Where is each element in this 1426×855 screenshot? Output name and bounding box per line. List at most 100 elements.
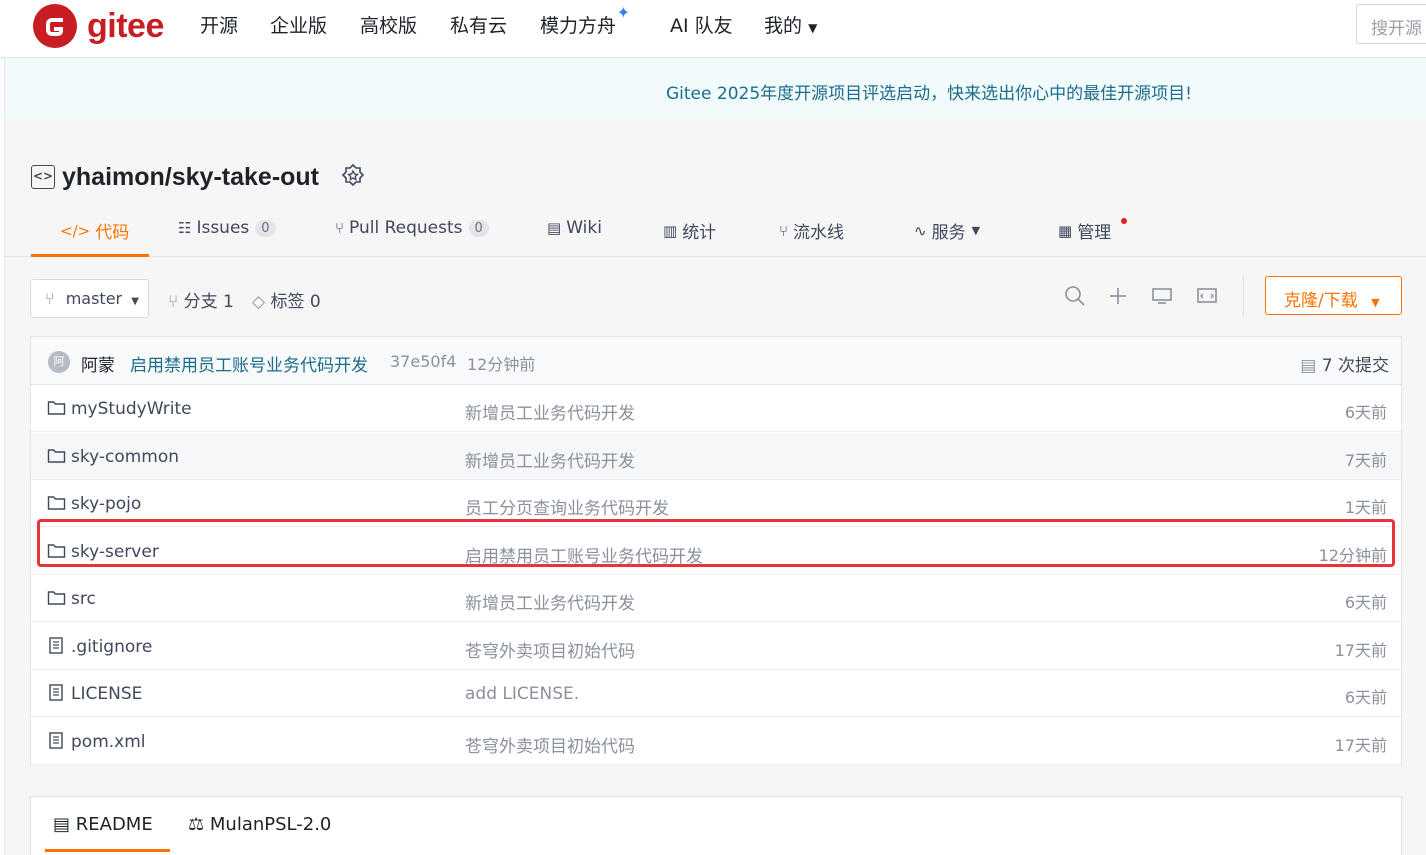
manage-icon: ▦ bbox=[1058, 221, 1073, 240]
search-input[interactable]: 搜开源 bbox=[1356, 4, 1426, 44]
tab-stats[interactable]: ▥ 统计 bbox=[663, 218, 716, 244]
sparkle-icon: ✦ bbox=[616, 3, 631, 22]
file-name[interactable]: LICENSE bbox=[71, 684, 142, 704]
nav-item-moli[interactable]: 模力方舟 ✦ bbox=[540, 3, 630, 38]
nav-item-open-source[interactable]: 开源 bbox=[200, 11, 238, 38]
tab-readme-label: README bbox=[75, 814, 153, 835]
commit-count-link[interactable]: ▤ 7 次提交 bbox=[1300, 351, 1389, 376]
banner-link[interactable]: Gitee 2025年度开源项目评选启动，快来选出你心中的最佳开源项目! bbox=[666, 79, 1192, 104]
table-row[interactable]: sky-common 新增员工业务代码开发 7天前 bbox=[31, 432, 1401, 480]
notification-dot bbox=[1121, 218, 1127, 224]
tab-pull-requests[interactable]: ⑂ Pull Requests 0 bbox=[335, 218, 489, 238]
nav-item-education[interactable]: 高校版 bbox=[360, 11, 417, 38]
tab-readme[interactable]: ▤ README bbox=[53, 814, 153, 835]
tab-manage-label: 管理 bbox=[1077, 223, 1112, 243]
pipeline-icon: ⑂ bbox=[779, 221, 789, 240]
file-name[interactable]: sky-pojo bbox=[71, 494, 141, 514]
file-commit-message[interactable]: 苍穹外卖项目初始代码 bbox=[465, 637, 635, 662]
table-row[interactable]: src 新增员工业务代码开发 6天前 bbox=[31, 575, 1401, 622]
web-ide-icon[interactable] bbox=[1196, 285, 1218, 307]
file-name[interactable]: myStudyWrite bbox=[71, 399, 192, 419]
file-time: 1天前 bbox=[1344, 498, 1387, 517]
tag-icon: ◇ bbox=[252, 292, 266, 312]
file-time: 7天前 bbox=[1344, 450, 1387, 470]
file-name[interactable]: .gitignore bbox=[71, 637, 152, 657]
commit-hash[interactable]: 37e50f4 bbox=[390, 352, 456, 371]
tab-code-label: 代码 bbox=[95, 223, 130, 243]
nav-item-ai-teammate[interactable]: AI 队友 bbox=[670, 11, 733, 38]
file-commit-message[interactable]: 新增员工业务代码开发 bbox=[465, 589, 635, 614]
issues-count: 0 bbox=[255, 219, 276, 237]
pull-requests-count: 0 bbox=[468, 219, 489, 237]
branches-link[interactable]: ⑂ 分支 1 bbox=[168, 287, 234, 312]
file-commit-message[interactable]: 员工分页查询业务代码开发 bbox=[465, 494, 669, 519]
file-commit-message[interactable]: 新增员工业务代码开发 bbox=[465, 399, 635, 424]
repo-header: <> yhaimon/sky-take-out </> 代码 ☷ Issues 0 ⑂… bbox=[5, 119, 1426, 257]
pull-request-icon: ⑂ bbox=[335, 219, 345, 237]
plus-icon[interactable] bbox=[1107, 285, 1129, 307]
tab-manage[interactable]: ▦ 管理 bbox=[1058, 218, 1112, 244]
table-row[interactable]: .gitignore 苍穹外卖项目初始代码 17天前 bbox=[31, 623, 1401, 670]
tab-issues[interactable]: ☷ Issues 0 bbox=[178, 218, 276, 238]
tab-pipeline-label: 流水线 bbox=[793, 223, 845, 243]
avatar[interactable]: 阿 bbox=[48, 351, 70, 373]
gitee-logo-icon bbox=[33, 4, 77, 48]
bar-chart-icon: ▥ bbox=[663, 221, 678, 240]
branch-selector[interactable]: ⑂ master ▼ bbox=[30, 279, 149, 318]
clone-download-button[interactable]: 克隆/下载 ▼ bbox=[1265, 276, 1402, 315]
file-commit-message[interactable]: 启用禁用员工账号业务代码开发 bbox=[465, 542, 703, 567]
wiki-icon: ▤ bbox=[547, 219, 562, 237]
search-icon[interactable] bbox=[1064, 285, 1086, 307]
file-name[interactable]: pom.xml bbox=[71, 732, 146, 752]
recommend-badge-icon[interactable] bbox=[340, 163, 366, 189]
file-time: 12分钟前 bbox=[1318, 545, 1387, 565]
nav-item-mine[interactable]: 我的 ▼ bbox=[764, 11, 817, 38]
nav-item-enterprise[interactable]: 企业版 bbox=[270, 11, 327, 38]
file-commit-message[interactable]: 新增员工业务代码开发 bbox=[465, 447, 635, 472]
file-time: 6天前 bbox=[1344, 403, 1387, 422]
monitor-icon[interactable] bbox=[1151, 285, 1173, 307]
code-icon: </> bbox=[60, 221, 91, 240]
table-row[interactable]: sky-server 启用禁用员工账号业务代码开发 12分钟前 bbox=[31, 528, 1401, 575]
file-time: 17天前 bbox=[1334, 640, 1387, 660]
caret-down-icon: ▼ bbox=[131, 296, 139, 307]
file-commit-message[interactable]: 苍穹外卖项目初始代码 bbox=[465, 732, 635, 757]
tab-issues-label: Issues bbox=[196, 218, 250, 238]
repo-title[interactable]: yhaimon/sky-take-out bbox=[62, 163, 319, 192]
file-name[interactable]: src bbox=[71, 589, 96, 609]
tab-services-label: 服务 bbox=[931, 223, 966, 243]
table-row[interactable]: pom.xml 苍穹外卖项目初始代码 17天前 bbox=[31, 718, 1401, 765]
commit-count-label: 7 次提交 bbox=[1321, 356, 1389, 376]
file-list: 阿 阿蒙 启用禁用员工账号业务代码开发 37e50f4 12分钟前 ▤ 7 次提… bbox=[30, 336, 1402, 765]
active-tab-indicator bbox=[31, 254, 149, 257]
file-name[interactable]: sky-common bbox=[71, 447, 179, 467]
tab-license[interactable]: ⚖ MulanPSL-2.0 bbox=[188, 814, 331, 835]
toolbar-divider bbox=[1243, 276, 1244, 316]
file-name[interactable]: sky-server bbox=[71, 542, 159, 562]
nav-item-private-cloud[interactable]: 私有云 bbox=[450, 11, 507, 38]
branches-count: 分支 1 bbox=[183, 292, 234, 312]
active-tab-indicator bbox=[45, 849, 170, 852]
file-time: 6天前 bbox=[1344, 688, 1387, 707]
table-row[interactable]: sky-pojo 员工分页查询业务代码开发 1天前 bbox=[31, 480, 1401, 527]
tab-pull-requests-label: Pull Requests bbox=[349, 218, 463, 238]
commit-message[interactable]: 启用禁用员工账号业务代码开发 bbox=[130, 351, 368, 376]
tab-services[interactable]: ∿ 服务 ▼ bbox=[914, 218, 981, 244]
commit-author[interactable]: 阿蒙 bbox=[81, 351, 115, 376]
gitee-logo[interactable]: gitee bbox=[33, 4, 164, 48]
tab-pipeline[interactable]: ⑂ 流水线 bbox=[779, 218, 845, 244]
tags-link[interactable]: ◇ 标签 0 bbox=[252, 287, 321, 312]
tab-wiki[interactable]: ▤ Wiki bbox=[547, 218, 602, 238]
file-commit-message[interactable]: add LICENSE. bbox=[465, 684, 579, 704]
latest-commit-bar: 阿 阿蒙 启用禁用员工账号业务代码开发 37e50f4 12分钟前 ▤ 7 次提… bbox=[31, 337, 1401, 385]
file-time: 6天前 bbox=[1344, 593, 1387, 612]
commits-icon: ▤ bbox=[1300, 356, 1317, 376]
caret-down-icon: ▼ bbox=[971, 224, 981, 237]
table-row[interactable]: myStudyWrite 新增员工业务代码开发 6天前 bbox=[31, 385, 1401, 432]
document-icon: ▤ bbox=[53, 814, 71, 835]
nav-item-mine-label: 我的 bbox=[764, 15, 803, 37]
branch-icon: ⑂ bbox=[168, 292, 179, 312]
table-row[interactable]: LICENSE add LICENSE. 6天前 bbox=[31, 670, 1401, 717]
tab-code[interactable]: </> 代码 bbox=[60, 218, 130, 244]
file-time: 17天前 bbox=[1334, 735, 1387, 755]
